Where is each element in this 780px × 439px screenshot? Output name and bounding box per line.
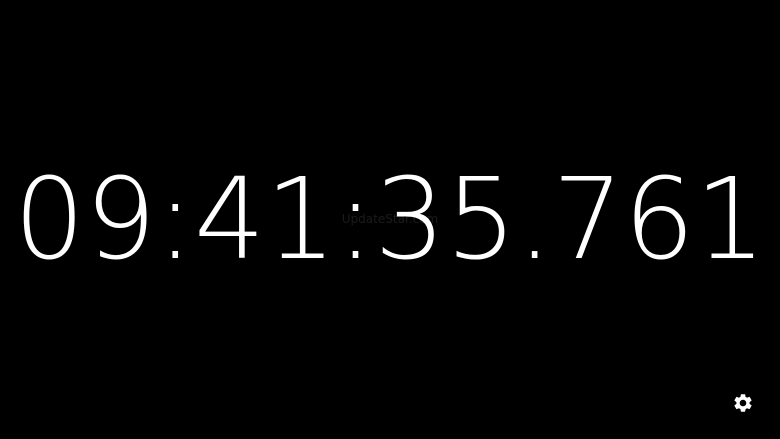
gear-icon xyxy=(732,392,754,414)
settings-button[interactable] xyxy=(730,390,756,416)
clock-screen: 09:41:35.761 UpdateStar.com xyxy=(0,0,780,439)
watermark-text: UpdateStar.com xyxy=(341,212,439,226)
